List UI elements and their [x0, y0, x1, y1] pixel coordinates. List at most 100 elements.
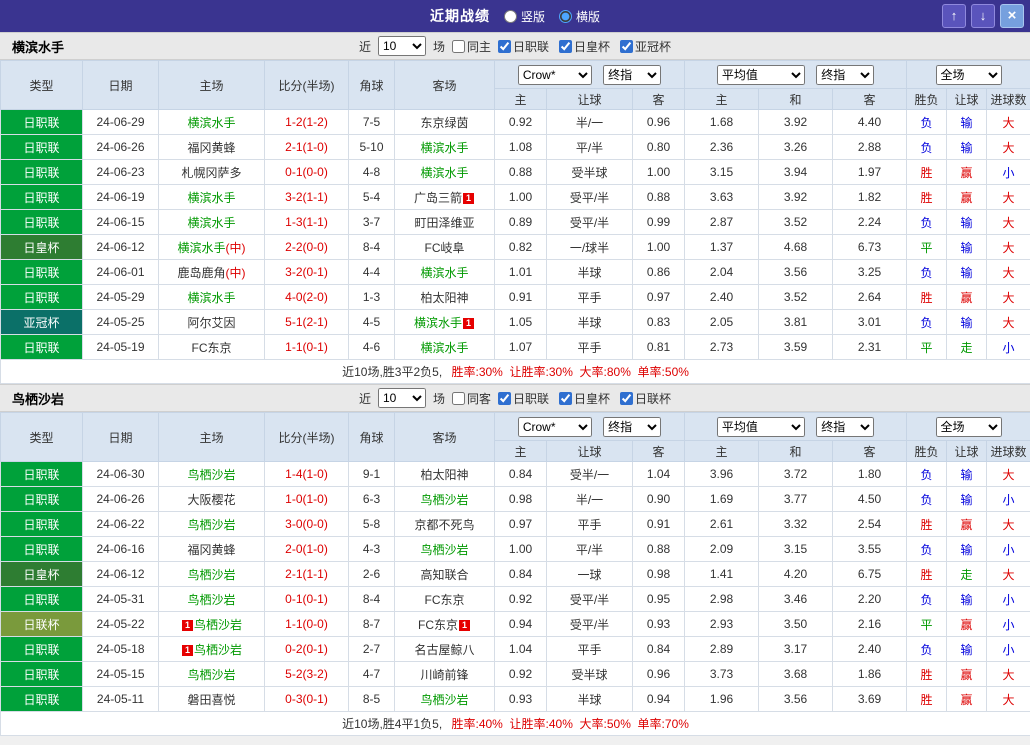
- scroll-up-button[interactable]: ↑: [942, 4, 966, 28]
- same-venue-checkbox-input[interactable]: [451, 391, 465, 405]
- match-row: 日职联 24-06-23 札幌冈萨多 0-1(0-0) 4-8 横滨水手 0.8…: [0, 159, 1030, 185]
- league-filter-checkbox[interactable]: 日皇杯: [559, 38, 610, 55]
- league-filter-checkbox-input[interactable]: [498, 39, 511, 53]
- result-winloss-cell: 负: [906, 209, 948, 235]
- odds-away-cell: 1.00: [632, 234, 685, 260]
- result-goals-cell: 大: [986, 686, 1030, 712]
- odds-home-cell: 1.00: [494, 184, 547, 210]
- corner-cell: 5-4: [348, 184, 395, 210]
- odds-handicap-cell: 半球: [546, 686, 633, 712]
- league-filter-checkbox-input[interactable]: [620, 391, 634, 405]
- odds-away-cell: 0.84: [632, 636, 685, 662]
- odds-time-select[interactable]: 终指: [603, 64, 662, 85]
- league-filter-checkbox-input[interactable]: [559, 391, 573, 405]
- league-filter-checkbox-input[interactable]: [559, 39, 573, 53]
- result-goals-cell: 小: [986, 636, 1030, 662]
- away-team-cell: FC东京 1: [394, 611, 495, 637]
- team-section: 横滨水手 近 10 场 同主 日职联 日皇杯 亚冠杯 类型 日期 主场 比分(半…: [0, 32, 1030, 384]
- home-team-cell: 横滨水手(中): [158, 234, 265, 260]
- league-filters: 日职联 日皇杯 亚冠杯: [498, 38, 671, 55]
- scope-select[interactable]: 全场: [935, 416, 1002, 437]
- league-type-cell: 日职联: [0, 661, 83, 687]
- team-label: 大阪樱花: [187, 492, 236, 507]
- odds-handicap-cell: 平手: [546, 284, 633, 310]
- league-filter-checkbox[interactable]: 日职联: [498, 390, 549, 407]
- odds-handicap-cell: 受平/半: [546, 586, 633, 612]
- away-team-cell: 京都不死鸟: [394, 511, 495, 537]
- average-time-select[interactable]: 终指: [816, 416, 875, 437]
- score-cell: 1-1(0-1): [264, 334, 349, 360]
- result-handicap-cell: 走: [946, 334, 988, 360]
- home-team-cell: 鸟栖沙岩: [158, 561, 265, 587]
- league-filter-checkbox[interactable]: 亚冠杯: [620, 38, 671, 55]
- match-row: 日皇杯 24-06-12 横滨水手(中) 2-2(0-0) 8-4 FC岐阜 0…: [0, 234, 1030, 260]
- corner-cell: 4-4: [348, 259, 395, 285]
- average-select[interactable]: 平均值: [716, 416, 805, 437]
- scroll-down-button[interactable]: ↓: [971, 4, 995, 28]
- odds-handicap-cell: 半/一: [546, 486, 633, 512]
- red-card-badge: 1: [459, 619, 470, 631]
- odds-away-cell: 0.97: [632, 284, 685, 310]
- result-winloss-cell: 负: [906, 309, 948, 335]
- league-type-cell: 日皇杯: [0, 561, 83, 587]
- team-label: 横滨水手: [187, 290, 236, 305]
- match-row: 日职联 24-06-15 横滨水手 1-3(1-1) 3-7 町田泽维亚 0.8…: [0, 209, 1030, 235]
- avg-home-cell: 2.89: [684, 636, 759, 662]
- match-row: 日皇杯 24-06-12 鸟栖沙岩 2-1(1-1) 2-6 高知联合 0.84…: [0, 561, 1030, 587]
- same-venue-checkbox[interactable]: 同主: [451, 38, 491, 55]
- league-filter-checkbox-input[interactable]: [498, 391, 511, 405]
- col-header-odds-home: 主: [494, 88, 547, 110]
- odds-handicap-cell: 半/一: [546, 109, 633, 135]
- corner-cell: 4-5: [348, 309, 395, 335]
- result-goals-cell: 大: [986, 661, 1030, 687]
- league-filter-label: 日职联: [513, 391, 550, 406]
- team-label: 鸟栖沙岩: [193, 617, 242, 632]
- odds-away-cell: 0.88: [632, 184, 685, 210]
- result-handicap-cell: 赢: [946, 611, 988, 637]
- match-date: 24-05-19: [82, 334, 159, 360]
- same-venue-checkbox[interactable]: 同客: [451, 390, 491, 407]
- bookmaker-select[interactable]: Crow*: [517, 416, 592, 437]
- average-time-select[interactable]: 终指: [816, 64, 875, 85]
- avg-draw-cell: 3.72: [758, 461, 833, 487]
- result-handicap-cell: 赢: [946, 184, 988, 210]
- result-goals-cell: 大: [986, 511, 1030, 537]
- same-venue-checkbox-input[interactable]: [451, 39, 465, 53]
- result-handicap-cell: 赢: [946, 284, 988, 310]
- avg-home-cell: 3.63: [684, 184, 759, 210]
- team-label: 横滨水手: [413, 315, 462, 330]
- result-handicap-cell: 输: [946, 486, 988, 512]
- away-team-cell: 横滨水手: [394, 334, 495, 360]
- match-count-select[interactable]: 10: [377, 388, 426, 408]
- close-button[interactable]: ×: [1000, 4, 1024, 28]
- league-type-cell: 日职联: [0, 536, 83, 562]
- layout-radio-horizontal-input[interactable]: [559, 9, 572, 23]
- result-goals-cell: 小: [986, 159, 1030, 185]
- match-row: 日职联 24-05-31 鸟栖沙岩 0-1(0-1) 8-4 FC东京 0.92…: [0, 586, 1030, 612]
- league-filter-checkbox-input[interactable]: [620, 39, 634, 53]
- layout-radio-horizontal[interactable]: 横版: [559, 8, 600, 25]
- odds-time-select[interactable]: 终指: [603, 416, 662, 437]
- layout-radio-vertical[interactable]: 竖版: [503, 8, 545, 25]
- league-filter-checkbox[interactable]: 日联杯: [620, 390, 671, 407]
- league-filter-checkbox[interactable]: 日职联: [498, 38, 549, 55]
- match-count-select[interactable]: 10: [377, 36, 426, 56]
- scope-select[interactable]: 全场: [935, 64, 1002, 85]
- scope-selector-cell: 全场: [906, 60, 1030, 89]
- team-label: 横滨水手: [187, 115, 236, 130]
- odds-away-cell: 0.80: [632, 134, 685, 160]
- home-team-cell: 鸟栖沙岩: [158, 461, 265, 487]
- odds-home-cell: 1.01: [494, 259, 547, 285]
- average-selector-cell: 平均值 终指: [683, 60, 908, 89]
- match-date: 24-06-30: [82, 461, 159, 487]
- match-date: 24-05-15: [82, 661, 159, 687]
- avg-away-cell: 1.82: [831, 184, 908, 210]
- bookmaker-select[interactable]: Crow*: [517, 64, 592, 85]
- layout-radio-vertical-input[interactable]: [503, 9, 517, 23]
- result-goals-cell: 大: [986, 461, 1030, 487]
- league-filter-checkbox[interactable]: 日皇杯: [559, 390, 610, 407]
- away-team-cell: 广岛三箭 1: [394, 184, 495, 210]
- result-handicap-cell: 输: [946, 259, 988, 285]
- avg-draw-cell: 3.46: [758, 586, 833, 612]
- average-select[interactable]: 平均值: [716, 64, 805, 85]
